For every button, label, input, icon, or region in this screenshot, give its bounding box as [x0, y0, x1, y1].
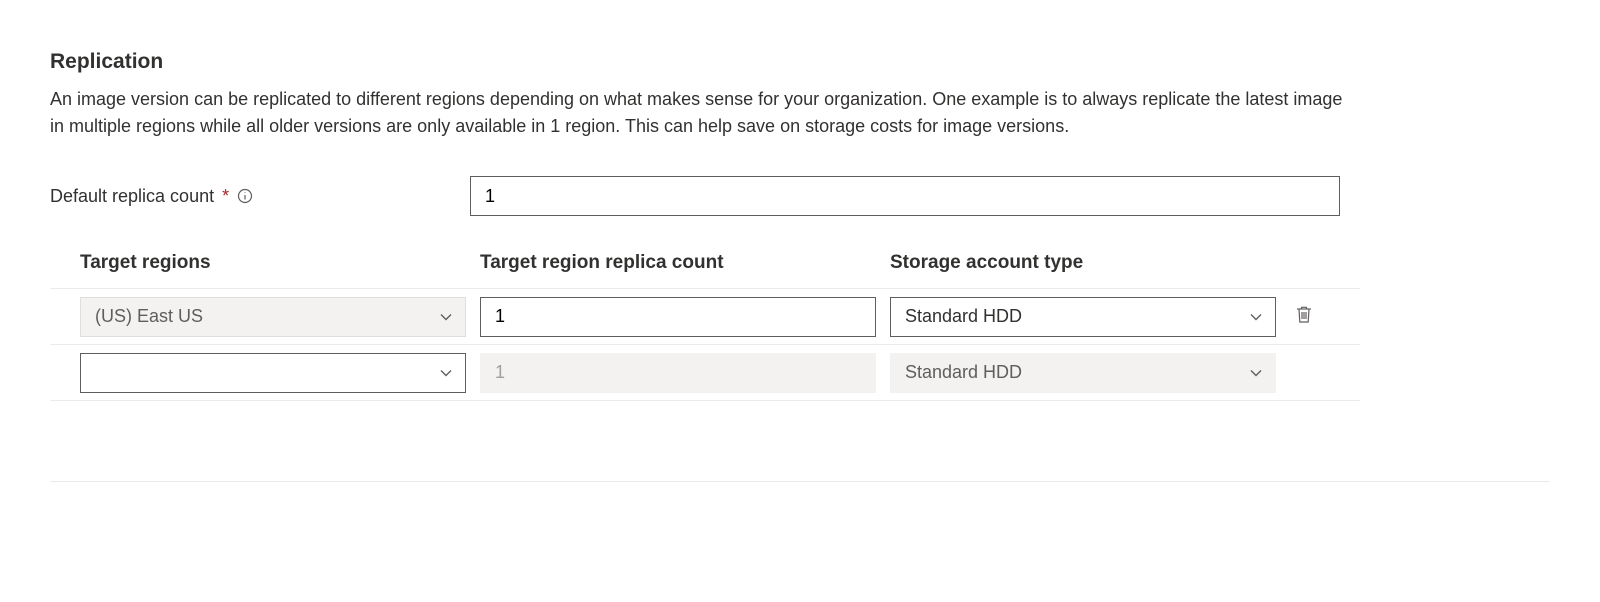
region-select: (US) East US: [80, 297, 466, 337]
col-replica-count: Target region replica count: [480, 252, 890, 274]
table-row: Standard HDD: [50, 345, 1360, 401]
chevron-down-icon: [439, 366, 453, 380]
required-indicator: *: [222, 186, 229, 207]
chevron-down-icon: [439, 310, 453, 324]
default-replica-label: Default replica count: [50, 186, 214, 207]
storage-type-select: Standard HDD: [890, 353, 1276, 393]
footer-divider: [50, 481, 1550, 482]
replica-count-input: [480, 353, 876, 393]
col-storage-type: Storage account type: [890, 252, 1290, 274]
section-title: Replication: [50, 50, 1550, 74]
trash-icon: [1295, 305, 1313, 328]
delete-row-button[interactable]: [1290, 303, 1318, 331]
default-replica-input[interactable]: [470, 176, 1340, 216]
default-replica-row: Default replica count *: [50, 176, 1550, 216]
chevron-down-icon: [1249, 366, 1263, 380]
region-select-value: (US) East US: [95, 306, 203, 327]
table-row: (US) East US Standard HDD: [50, 289, 1360, 345]
region-select[interactable]: [80, 353, 466, 393]
storage-type-value: Standard HDD: [905, 306, 1022, 327]
info-icon[interactable]: [235, 186, 255, 206]
storage-type-value: Standard HDD: [905, 362, 1022, 383]
replica-count-input[interactable]: [480, 297, 876, 337]
col-target-regions: Target regions: [80, 252, 480, 274]
chevron-down-icon: [1249, 310, 1263, 324]
section-description: An image version can be replicated to di…: [50, 86, 1350, 140]
replication-table: Target regions Target region replica cou…: [50, 252, 1360, 401]
storage-type-select[interactable]: Standard HDD: [890, 297, 1276, 337]
